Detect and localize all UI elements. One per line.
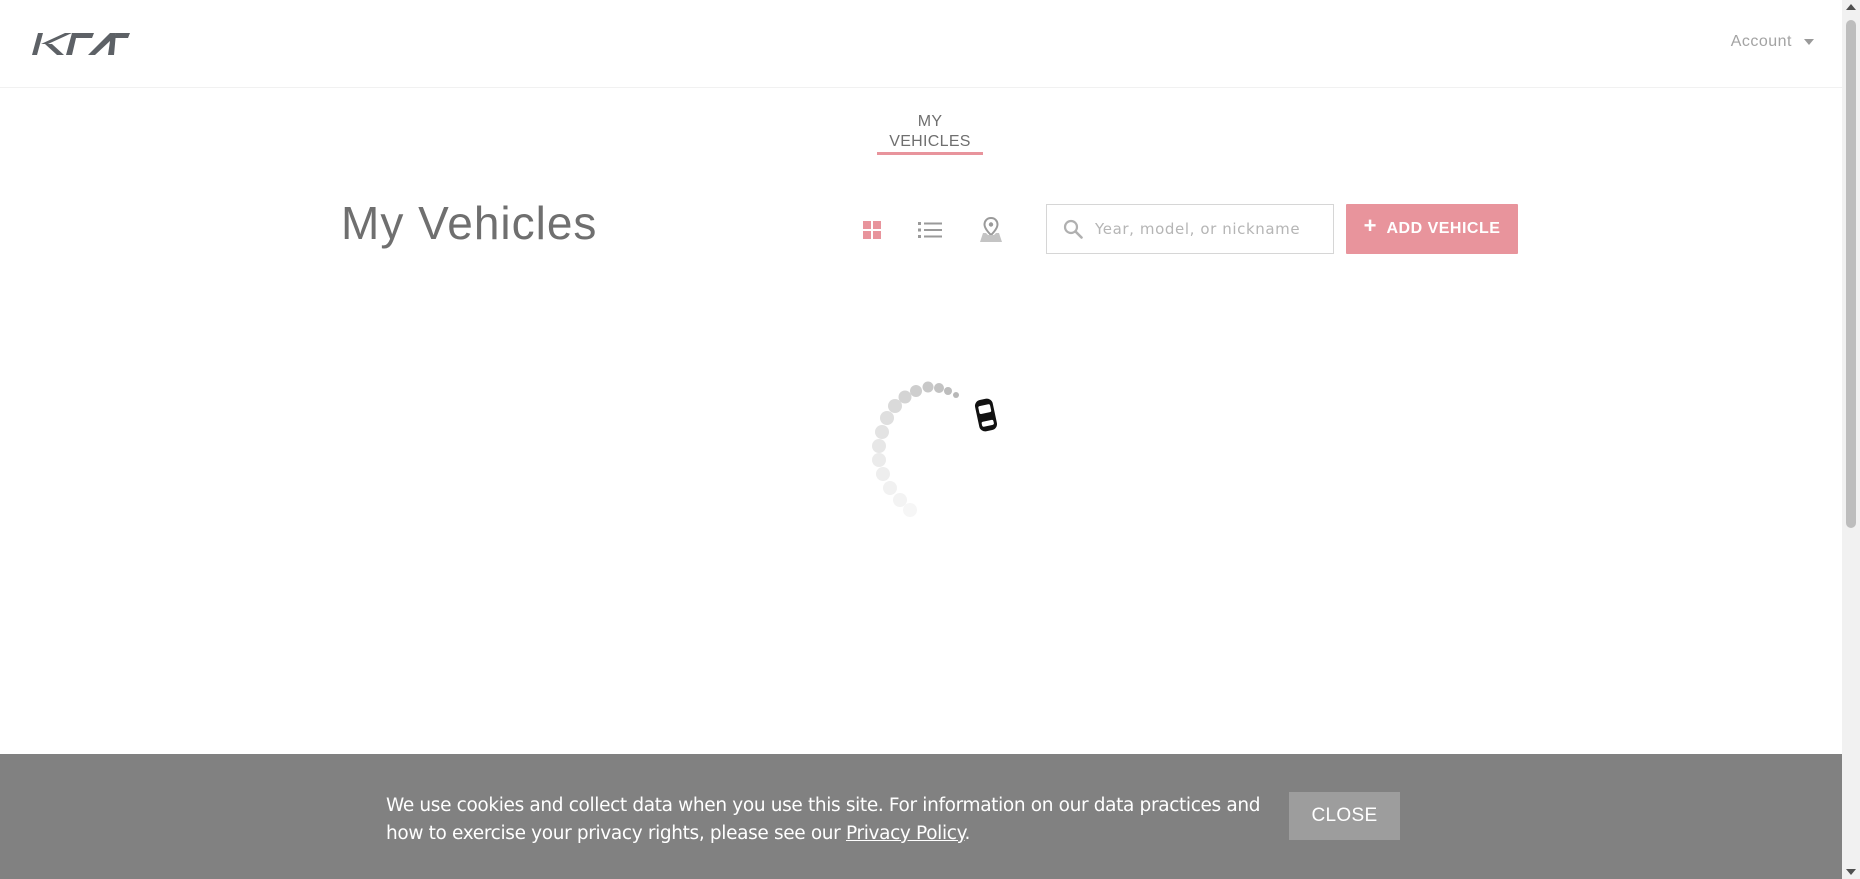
grid-icon xyxy=(863,221,881,239)
chevron-down-icon xyxy=(1804,39,1814,45)
list-view-button[interactable] xyxy=(914,214,946,246)
tab-my-vehicles[interactable]: MY VEHICLES xyxy=(877,112,983,155)
cookie-close-button[interactable]: CLOSE xyxy=(1289,792,1400,840)
add-vehicle-button[interactable]: + ADD VEHICLE xyxy=(1346,204,1518,254)
kia-logo[interactable] xyxy=(32,32,130,56)
scrollbar[interactable] xyxy=(1842,0,1860,879)
site-header: Account xyxy=(0,0,1842,88)
scroll-down-arrow-icon[interactable] xyxy=(1846,869,1856,875)
spinner-trail xyxy=(872,381,959,517)
privacy-policy-link[interactable]: Privacy Policy xyxy=(846,823,965,844)
add-vehicle-label: ADD VEHICLE xyxy=(1386,220,1501,237)
search-box xyxy=(1046,204,1334,254)
car-icon xyxy=(974,398,998,432)
cookie-message: We use cookies and collect data when you… xyxy=(386,792,1266,848)
account-label: Account xyxy=(1730,33,1792,50)
page-title: My Vehicles xyxy=(341,197,598,249)
active-tab-indicator xyxy=(877,152,983,155)
cookie-text-before-link: We use cookies and collect data when you… xyxy=(386,795,1261,844)
list-icon xyxy=(918,222,942,238)
search-input[interactable] xyxy=(1095,220,1325,238)
search-icon xyxy=(1063,219,1083,239)
grid-view-button[interactable] xyxy=(856,214,888,246)
tab-label: MY VEHICLES xyxy=(889,113,971,150)
map-view-button[interactable] xyxy=(975,214,1007,246)
scroll-up-arrow-icon[interactable] xyxy=(1846,4,1856,10)
cookie-banner: We use cookies and collect data when you… xyxy=(0,754,1842,879)
account-menu[interactable]: Account xyxy=(1731,33,1814,51)
cookie-text-after-link: . xyxy=(964,823,971,844)
loading-spinner xyxy=(872,381,998,517)
plus-icon: + xyxy=(1363,213,1377,238)
scroll-thumb[interactable] xyxy=(1846,20,1856,528)
map-pin-icon xyxy=(980,217,1002,242)
